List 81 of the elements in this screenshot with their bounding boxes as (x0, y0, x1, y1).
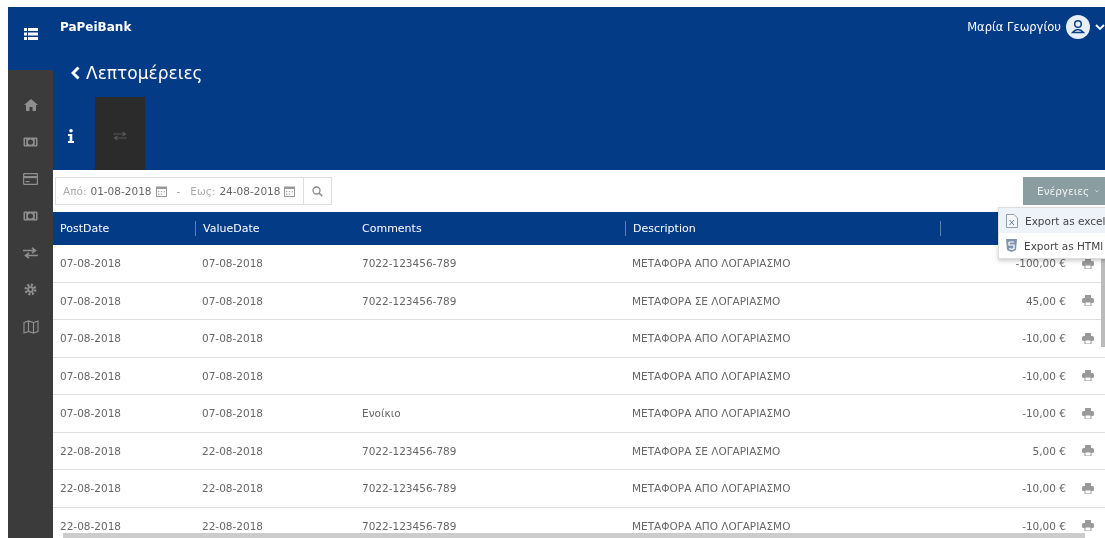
transfer-arrows-icon[interactable] (23, 246, 38, 259)
printer-icon[interactable] (1082, 257, 1094, 269)
table-cell-text: ΜΕΤΑΦΟΡΑ ΑΠΟ ΛΟΓΑΡΙΑΣΜΟ (631, 369, 792, 382)
menu-item[interactable]: Export as HTMl (999, 233, 1105, 258)
table-cell-text: 07-08-2018 (201, 407, 265, 420)
table-cell-text: 07-08-2018 (201, 257, 265, 270)
printer-icon[interactable] (1082, 295, 1094, 307)
table-cell-text: 22-08-2018 (201, 444, 265, 457)
back-chevron-icon[interactable] (71, 66, 80, 80)
calendar-icon[interactable] (155, 185, 167, 197)
table-cell-text: 07-08-2018 (59, 257, 123, 270)
credit-card-icon[interactable] (23, 172, 38, 185)
search-icon (312, 185, 324, 197)
brand-name: PaPeiBank (60, 20, 132, 34)
table-cell-text: ΜΕΤΑΦΟΡΑ ΣΕ ΛΟΓΑΡΙΑΣΜΟ (631, 294, 782, 307)
printer-icon[interactable] (1082, 407, 1094, 419)
printer-icon[interactable] (1082, 520, 1094, 532)
from-date[interactable]: 01-08-2018 (90, 185, 152, 197)
table-cell-text: 22-08-2018 (59, 482, 123, 495)
settings-icon[interactable] (24, 283, 37, 296)
table-cell-text: 45,00 € (1024, 294, 1067, 307)
column-header[interactable]: Comments (355, 212, 625, 245)
table-cell-text: 07-08-2018 (59, 332, 123, 345)
search-button[interactable] (304, 177, 333, 205)
table-cell-text: 5,00 € (1031, 444, 1067, 457)
table-cell-text: -100,00 € (1014, 257, 1067, 270)
printer-icon[interactable] (1082, 332, 1094, 344)
table-cell-text: ΜΕΤΑΦΟΡΑ ΑΠΟ ΛΟΓΑΡΙΑΣΜΟ (631, 407, 792, 420)
table-cell-text: -10,00 € (1021, 482, 1067, 495)
table-cell-text: 7022-123456-789 (361, 519, 458, 532)
user-name[interactable]: Μαρία Γεωργίου (967, 20, 1061, 34)
table-cell-text: 7022-123456-789 (361, 257, 458, 270)
user-avatar-icon[interactable] (1066, 15, 1090, 39)
map-icon[interactable] (22, 319, 39, 334)
menu-item[interactable]: Export as excel (999, 208, 1105, 233)
table-cell-text: 07-08-2018 (201, 332, 265, 345)
from-label: Από: (63, 185, 87, 197)
chevron-down-icon[interactable] (1095, 24, 1105, 30)
column-header[interactable]: ValueDate (195, 221, 355, 236)
table-cell-text: 22-08-2018 (59, 444, 123, 457)
table-cell-text: 7022-123456-789 (361, 444, 458, 457)
transfer-arrows-icon (112, 130, 128, 141)
table-cell-text: ΜΕΤΑΦΟΡΑ ΑΠΟ ΛΟΓΑΡΙΑΣΜΟ (631, 257, 792, 270)
table-cell-text: 22-08-2018 (201, 482, 265, 495)
date-range-field[interactable]: Από: 01-08-2018 - Εως: 24-08-2018 (55, 177, 305, 205)
spreadsheet-file-icon (1006, 213, 1018, 228)
info-icon (68, 128, 74, 143)
column-header[interactable]: PostDate (53, 212, 195, 245)
table-cell-text: Ενοίκιο (361, 407, 402, 420)
home-icon[interactable] (23, 98, 38, 111)
column-header[interactable]: Description (625, 221, 940, 236)
printer-icon[interactable] (1082, 445, 1094, 457)
table-cell-text: -10,00 € (1021, 332, 1067, 345)
table-cell-text: 7022-123456-789 (361, 482, 458, 495)
range-separator: - (176, 185, 181, 197)
calendar-icon[interactable] (284, 185, 296, 197)
table-cell-text: -10,00 € (1021, 407, 1067, 420)
table-cell-text: 07-08-2018 (59, 407, 123, 420)
banknote-icon[interactable] (23, 136, 38, 147)
table-cell-text: ΜΕΤΑΦΟΡΑ ΑΠΟ ΛΟΓΑΡΙΑΣΜΟ (631, 482, 792, 495)
table-cell-text: ΜΕΤΑΦΟΡΑ ΣΕ ΛΟΓΑΡΙΑΣΜΟ (631, 444, 782, 457)
table-cell-text: 7022-123456-789 (361, 294, 458, 307)
banknote-icon[interactable] (23, 210, 38, 221)
table-cell-text: ΜΕΤΑΦΟΡΑ ΑΠΟ ΛΟΓΑΡΙΑΣΜΟ (631, 332, 792, 345)
table-cell-text: ΜΕΤΑΦΟΡΑ ΑΠΟ ΛΟΓΑΡΙΑΣΜΟ (631, 519, 792, 532)
html5-icon (1006, 239, 1017, 252)
to-label: Εως: (190, 185, 216, 197)
horizontal-scrollbar[interactable] (63, 533, 1085, 538)
table-cell-text: 07-08-2018 (201, 294, 265, 307)
table-cell-text: 07-08-2018 (59, 369, 123, 382)
menu-icon[interactable] (23, 27, 38, 40)
table-cell-text: 22-08-2018 (201, 519, 265, 532)
table-cell-text: 07-08-2018 (59, 294, 123, 307)
table-cell-text: 22-08-2018 (59, 519, 123, 532)
page-title: Λεπτομέρειες (86, 63, 203, 83)
table-cell-text: 07-08-2018 (201, 369, 265, 382)
printer-icon[interactable] (1082, 370, 1094, 382)
table-cell-text: -10,00 € (1021, 519, 1067, 532)
to-date[interactable]: 24-08-2018 (219, 185, 281, 197)
table-cell-text: -10,00 € (1021, 369, 1067, 382)
printer-icon[interactable] (1082, 482, 1094, 494)
